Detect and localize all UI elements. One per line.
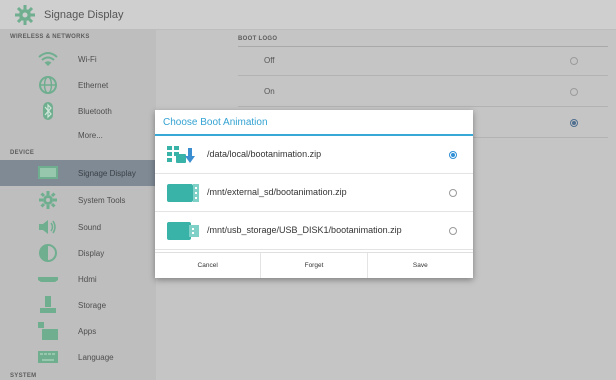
sidebar-item-apps[interactable]: Apps — [0, 318, 156, 344]
speaker-icon — [38, 218, 58, 236]
sd-card-icon — [165, 182, 199, 204]
monitor-icon — [38, 164, 58, 182]
radio-button[interactable] — [449, 189, 457, 197]
sidebar-item-system-tools[interactable]: System Tools — [0, 187, 156, 213]
sidebar-item-label: Wi-Fi — [78, 54, 97, 64]
sidebar-item-label: Hdmi — [78, 274, 97, 284]
option-label: On — [264, 87, 275, 96]
dialog-option-external-sd[interactable]: /mnt/external_sd/bootanimation.zip — [155, 174, 473, 212]
choose-boot-animation-dialog: Choose Boot Animation /data/local/bootan… — [155, 110, 473, 278]
sidebar-item-display[interactable]: Display — [0, 240, 156, 266]
option-path: /mnt/usb_storage/USB_DISK1/bootanimation… — [207, 225, 402, 235]
option-path: /data/local/bootanimation.zip — [207, 149, 322, 159]
option-path: /mnt/external_sd/bootanimation.zip — [207, 187, 347, 197]
sidebar-item-label: Ethernet — [78, 80, 109, 90]
sidebar-item-sound[interactable]: Sound — [0, 214, 156, 240]
android-download-icon — [165, 144, 199, 166]
sidebar-item-label: More... — [78, 130, 103, 140]
dialog-option-data-local[interactable]: /data/local/bootanimation.zip — [155, 136, 473, 174]
sidebar-item-signage-display[interactable]: Signage Display — [0, 160, 156, 186]
settings-app-icon — [14, 4, 36, 26]
sidebar-item-bluetooth[interactable]: Bluetooth — [0, 98, 156, 124]
radio-button-selected[interactable] — [449, 151, 457, 159]
sidebar-item-more[interactable]: More... — [0, 122, 156, 148]
apps-icon — [38, 322, 58, 340]
hdmi-icon — [38, 270, 58, 288]
sidebar-item-label: Display — [78, 248, 105, 258]
brightness-icon — [38, 244, 58, 262]
radio-button[interactable] — [570, 57, 578, 65]
sidebar-item-label: Storage — [78, 300, 107, 310]
section-label-system: SYSTEM — [10, 373, 37, 379]
save-button[interactable]: Save — [368, 253, 473, 278]
forget-button[interactable]: Forget — [261, 253, 368, 278]
sidebar-item-label: System Tools — [78, 195, 126, 205]
section-label-wireless: WIRELESS & NETWORKS — [10, 34, 90, 40]
ethernet-icon — [38, 76, 58, 94]
sidebar-item-language[interactable]: Language — [0, 344, 156, 370]
app-title: Signage Display — [44, 8, 124, 21]
usb-storage-icon — [165, 220, 199, 242]
radio-button[interactable] — [449, 227, 457, 235]
option-label: Off — [264, 56, 275, 65]
sidebar-item-hdmi[interactable]: Hdmi — [0, 266, 156, 292]
keyboard-icon — [38, 348, 58, 366]
sidebar-item-label: Language — [78, 352, 114, 362]
sidebar-item-label: Apps — [78, 326, 97, 336]
sidebar-item-label: Signage Display — [78, 168, 136, 178]
gear-icon — [38, 191, 58, 209]
sidebar-item-ethernet[interactable]: Ethernet — [0, 72, 156, 98]
sidebar-item-label: Bluetooth — [78, 106, 112, 116]
section-label-boot-logo: BOOT LOGO — [238, 36, 278, 42]
dialog-buttons: Cancel Forget Save — [155, 252, 473, 278]
dialog-title: Choose Boot Animation — [155, 110, 473, 136]
radio-button-selected[interactable] — [570, 119, 578, 127]
wifi-icon — [38, 50, 58, 68]
storage-icon — [38, 296, 58, 314]
sidebar: WIRELESS & NETWORKS Wi-Fi Ethernet Bluet… — [0, 30, 156, 380]
cancel-button[interactable]: Cancel — [155, 253, 262, 278]
title-bar: Signage Display — [0, 0, 616, 30]
sidebar-item-storage[interactable]: Storage — [0, 292, 156, 318]
radio-button[interactable] — [570, 88, 578, 96]
dialog-option-usb-storage[interactable]: /mnt/usb_storage/USB_DISK1/bootanimation… — [155, 212, 473, 250]
sidebar-item-label: Sound — [78, 222, 102, 232]
boot-logo-option-on[interactable]: On — [238, 77, 608, 107]
section-label-device: DEVICE — [10, 150, 35, 156]
boot-logo-option-off[interactable]: Off — [238, 46, 608, 76]
sidebar-item-wifi[interactable]: Wi-Fi — [0, 46, 156, 72]
bluetooth-icon — [38, 102, 58, 120]
